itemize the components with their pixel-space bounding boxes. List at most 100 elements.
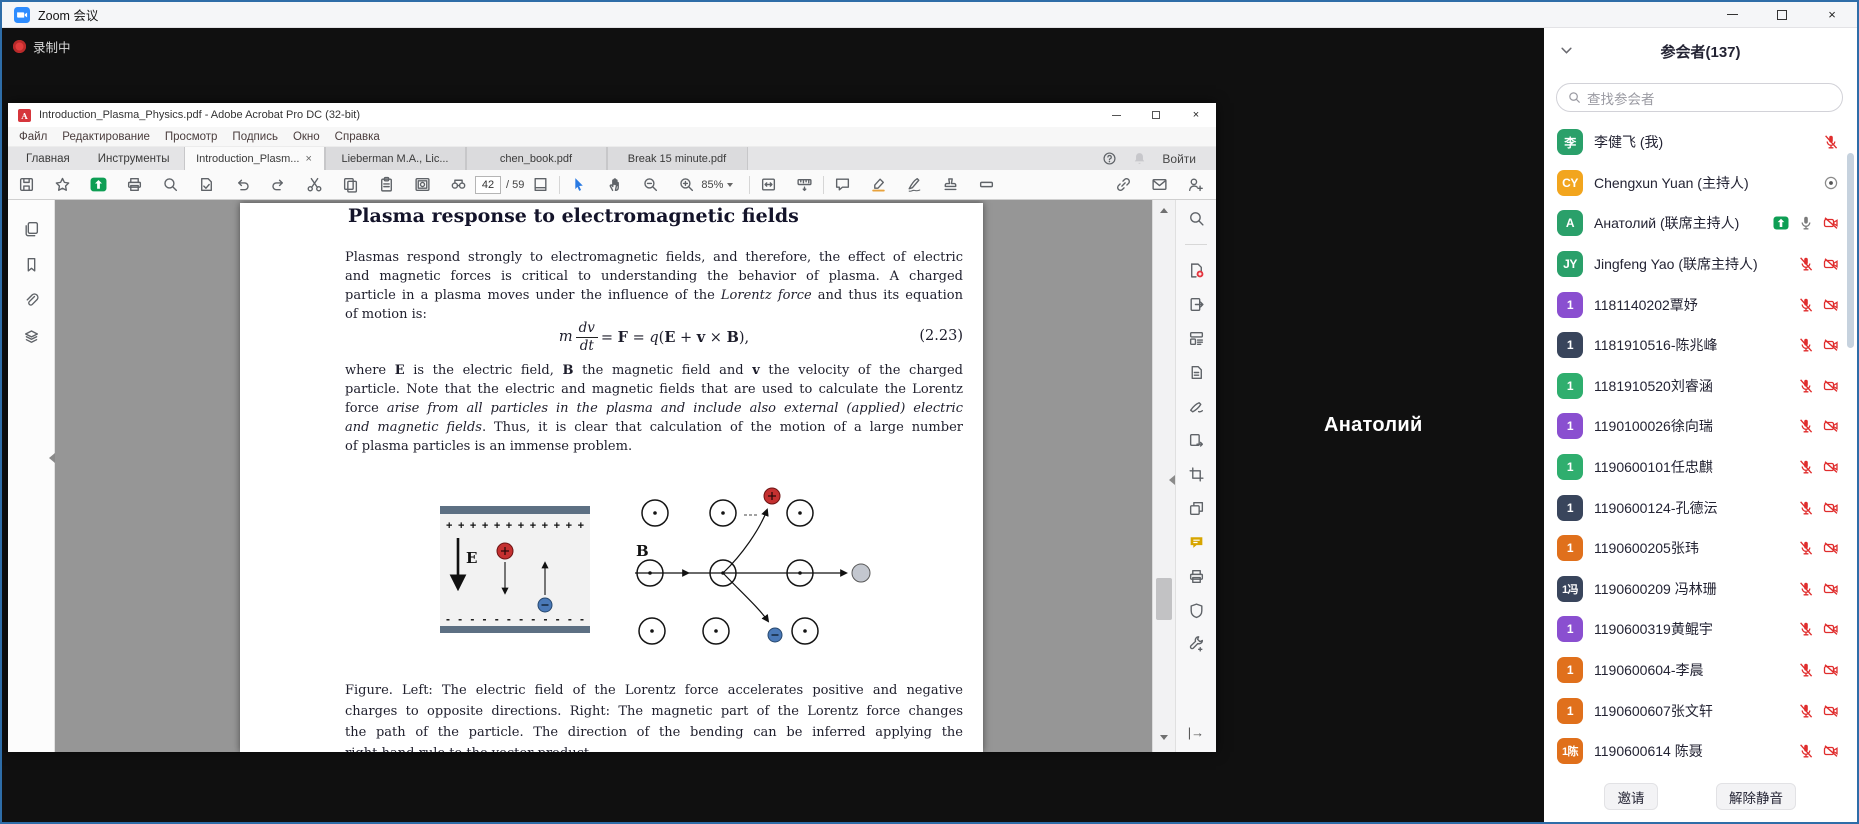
participant-row[interactable]: 11181910520刘睿涵 — [1544, 366, 1847, 407]
unmute-button[interactable]: 解除静音 — [1716, 783, 1796, 810]
maximize-button[interactable] — [1757, 2, 1807, 27]
participant-row[interactable]: JYJingfeng Yao (联席主持人) — [1544, 244, 1847, 285]
participant-row[interactable]: 11190600607张文轩 — [1544, 690, 1847, 731]
snapshot-icon[interactable] — [414, 176, 431, 193]
link-icon[interactable] — [1115, 176, 1132, 193]
add-user-icon[interactable] — [1187, 176, 1204, 193]
acrobat-close-button[interactable]: × — [1176, 103, 1216, 127]
scroll-up-icon[interactable] — [1153, 203, 1175, 217]
attachments-icon[interactable] — [23, 292, 40, 309]
fill-sign-icon[interactable] — [1188, 398, 1205, 415]
collapse-right-panel-icon[interactable] — [1169, 475, 1175, 485]
document-tab[interactable]: Lieberman M.A., Lic... — [325, 147, 466, 170]
stamp-icon[interactable] — [942, 176, 959, 193]
menu-item[interactable]: Окно — [293, 131, 320, 143]
crop-pages-icon[interactable] — [1188, 466, 1205, 483]
menu-item[interactable]: Просмотр — [165, 131, 218, 143]
hand-icon[interactable] — [606, 176, 623, 193]
acrobat-minimize-button[interactable] — [1096, 103, 1136, 127]
menu-item[interactable]: Файл — [19, 131, 47, 143]
clipboard-icon[interactable] — [378, 176, 395, 193]
layers-icon[interactable] — [23, 328, 40, 345]
participant-row[interactable]: 11181910516-陈兆峰 — [1544, 325, 1847, 366]
document-scrollbar[interactable] — [1152, 200, 1175, 752]
menu-item[interactable]: Справка — [335, 131, 380, 143]
panel-scrollbar-thumb[interactable] — [1847, 153, 1854, 348]
close-tab-icon[interactable]: × — [305, 153, 311, 165]
scan-ocr-icon[interactable] — [1188, 364, 1205, 381]
bookmarks-icon[interactable] — [23, 256, 40, 273]
participant-row[interactable]: 1冯1190600209 冯林珊 — [1544, 569, 1847, 610]
zoom-level-select[interactable]: 85% — [701, 179, 733, 191]
more-tools-icon[interactable] — [1188, 636, 1205, 653]
export-pdf-icon[interactable] — [1188, 296, 1205, 313]
print-production-icon[interactable] — [1188, 568, 1205, 585]
redo-icon[interactable] — [270, 176, 287, 193]
participant-row[interactable]: 李李健飞 (我) — [1544, 122, 1847, 163]
participant-row[interactable]: 11190100026徐向瑞 — [1544, 406, 1847, 447]
participant-row[interactable]: AАнатолий (联席主持人) — [1544, 203, 1847, 244]
participant-row[interactable]: 11190600205张玮 — [1544, 528, 1847, 569]
participant-name: 1190600205张玮 — [1594, 538, 1798, 558]
participant-row[interactable]: 11190600604-李晨 — [1544, 650, 1847, 691]
page-number-input[interactable]: 42 — [475, 176, 501, 194]
scrollbar-thumb[interactable] — [1156, 578, 1172, 620]
expand-tools-icon[interactable]: |→ — [1188, 725, 1204, 740]
participant-row[interactable]: 11190600101任忠麒 — [1544, 447, 1847, 488]
sign-in-button[interactable]: Войти — [1162, 152, 1196, 166]
minimize-button[interactable] — [1707, 2, 1757, 27]
document-tab[interactable]: Introduction_Plasm...× — [184, 147, 325, 170]
page-thumbnails-icon[interactable] — [23, 220, 40, 237]
highlighter-icon[interactable] — [870, 176, 887, 193]
tab-tools[interactable]: Инструменты — [84, 147, 184, 170]
search-participants-input[interactable]: 查找参会者 — [1556, 83, 1843, 112]
share-icon[interactable] — [90, 176, 107, 193]
document-tab[interactable]: chen_book.pdf — [466, 147, 607, 170]
page-check-icon[interactable] — [198, 176, 215, 193]
cam-off-icon — [1823, 378, 1839, 394]
send-for-signature-icon[interactable] — [1188, 432, 1205, 449]
zoom-out-icon[interactable] — [642, 176, 659, 193]
shape-icon[interactable] — [978, 176, 995, 193]
organize-pages-icon[interactable] — [1188, 330, 1205, 347]
comment-icon[interactable] — [834, 176, 851, 193]
participant-row[interactable]: CYChengxun Yuan (主持人) — [1544, 163, 1847, 204]
favorites-icon[interactable] — [54, 176, 71, 193]
protect-icon[interactable] — [1188, 602, 1205, 619]
email-icon[interactable] — [1151, 176, 1168, 193]
avatar: 1冯 — [1557, 576, 1583, 602]
zoom-titlebar: Zoom 会议 × — [2, 2, 1857, 28]
pdf-text-line: particle. Note that the electric and mag… — [345, 380, 963, 399]
create-pdf-icon[interactable] — [1188, 262, 1205, 279]
participant-row[interactable]: 11190600319黄鲲宇 — [1544, 609, 1847, 650]
print-icon[interactable] — [126, 176, 143, 193]
ruler-icon[interactable] — [796, 176, 813, 193]
sign-icon[interactable] — [906, 176, 923, 193]
participant-row[interactable]: 1陈1190600614 陈聂 — [1544, 731, 1847, 772]
scroll-down-icon[interactable] — [1153, 730, 1175, 744]
pointer-icon[interactable] — [570, 176, 587, 193]
close-button[interactable]: × — [1807, 2, 1857, 27]
participant-row[interactable]: 11181140202覃妤 — [1544, 284, 1847, 325]
search-tool-icon[interactable] — [1188, 210, 1205, 227]
fit-width-icon[interactable] — [760, 176, 777, 193]
page-view-icon[interactable] — [532, 176, 549, 193]
save-icon[interactable] — [18, 176, 35, 193]
search-icon[interactable] — [162, 176, 179, 193]
comment-tool-icon[interactable] — [1188, 534, 1205, 551]
undo-icon[interactable] — [234, 176, 251, 193]
tab-home[interactable]: Главная — [12, 147, 84, 170]
notification-bell-icon[interactable] — [1132, 151, 1147, 166]
help-icon[interactable] — [1102, 151, 1117, 166]
document-tab[interactable]: Break 15 minute.pdf — [607, 147, 748, 170]
combine-files-icon[interactable] — [1188, 500, 1205, 517]
cut-icon[interactable] — [306, 176, 323, 193]
menu-item[interactable]: Редактирование — [62, 131, 150, 143]
acrobat-maximize-button[interactable] — [1136, 103, 1176, 127]
copy-icon[interactable] — [342, 176, 359, 193]
participant-row[interactable]: 11190600124-孔德沄 — [1544, 487, 1847, 528]
find-icon[interactable] — [450, 176, 467, 193]
invite-button[interactable]: 邀请 — [1604, 783, 1658, 810]
menu-item[interactable]: Подпись — [232, 131, 278, 143]
zoom-in-icon[interactable] — [678, 176, 695, 193]
